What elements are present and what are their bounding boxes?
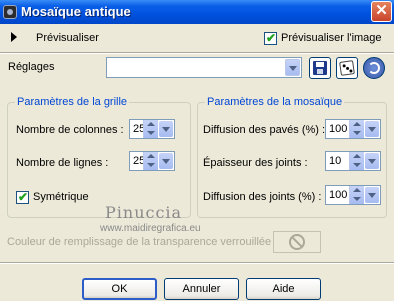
- cancel-button[interactable]: Annuler: [164, 278, 239, 300]
- watermark-name: Pinuccia: [105, 203, 183, 222]
- reset-button[interactable]: [363, 57, 385, 79]
- title-bar: Mosaïque antique ✕: [0, 0, 394, 24]
- mosaic-app-icon: [3, 5, 17, 19]
- checkmark-icon: ✔: [266, 31, 277, 45]
- dice-icon: [339, 60, 355, 76]
- joint-thickness-value: 10: [329, 155, 342, 167]
- columns-label: Nombre de colonnes :: [16, 124, 124, 136]
- mosaic-settings-legend: Paramètres de la mosaïque: [205, 96, 345, 108]
- randomize-button[interactable]: [336, 57, 358, 79]
- chevron-down-icon[interactable]: [365, 187, 379, 203]
- chevron-down-icon[interactable]: [365, 153, 379, 169]
- spin-arrows-icon[interactable]: [143, 152, 158, 170]
- chevron-down-icon[interactable]: [285, 59, 300, 76]
- separator: [0, 262, 394, 264]
- close-button[interactable]: ✕: [371, 1, 392, 22]
- joint-diffusion-label: Diffusion des joints (%) :: [203, 191, 322, 203]
- joint-diffusion-stepper[interactable]: 100: [325, 185, 381, 205]
- joint-diffusion-value: 100: [329, 189, 348, 201]
- spin-arrows-icon[interactable]: [349, 152, 364, 170]
- rows-stepper[interactable]: 25: [129, 151, 175, 171]
- transparency-color-label: Couleur de remplissage de la transparenc…: [7, 236, 278, 248]
- chevron-down-icon[interactable]: [159, 153, 173, 169]
- window-title: Mosaïque antique: [21, 4, 131, 19]
- reglages-select[interactable]: [106, 57, 302, 78]
- watermark-url: www.maidiregrafica.eu: [100, 223, 201, 234]
- columns-stepper[interactable]: 25: [129, 119, 175, 139]
- transparency-color-swatch: [273, 231, 321, 253]
- no-color-icon: [289, 234, 305, 250]
- checkmark-icon: ✔: [18, 190, 29, 204]
- rows-label: Nombre de lignes :: [16, 157, 109, 169]
- ok-button[interactable]: OK: [82, 278, 157, 300]
- preview-label[interactable]: Prévisualiser: [36, 32, 99, 44]
- reset-icon: [368, 62, 380, 74]
- symmetric-checkbox[interactable]: ✔: [16, 190, 29, 204]
- spin-arrows-icon[interactable]: [143, 120, 158, 138]
- preview-image-label[interactable]: Prévisualiser l'image: [281, 32, 382, 44]
- separator: [0, 52, 394, 54]
- preview-image-checkbox[interactable]: ✔: [264, 31, 277, 45]
- reglages-label: Réglages: [8, 61, 55, 73]
- floppy-disk-icon: [313, 61, 327, 75]
- help-button[interactable]: Aide: [246, 278, 321, 300]
- chevron-down-icon[interactable]: [159, 121, 173, 137]
- joint-thickness-label: Épaisseur des joints :: [203, 157, 308, 169]
- spin-arrows-icon[interactable]: [349, 186, 364, 204]
- save-preset-button[interactable]: [309, 57, 331, 79]
- joint-thickness-stepper[interactable]: 10: [325, 151, 381, 171]
- triangle-right-icon[interactable]: [11, 32, 17, 42]
- tile-diffusion-value: 100: [329, 123, 348, 135]
- symmetric-label[interactable]: Symétrique: [33, 191, 89, 203]
- chevron-down-icon[interactable]: [365, 121, 379, 137]
- tile-diffusion-label: Diffusion des pavés (%) :: [203, 124, 326, 136]
- tile-diffusion-stepper[interactable]: 100: [325, 119, 381, 139]
- grid-settings-legend: Paramètres de la grille: [15, 96, 130, 108]
- spin-arrows-icon[interactable]: [349, 120, 364, 138]
